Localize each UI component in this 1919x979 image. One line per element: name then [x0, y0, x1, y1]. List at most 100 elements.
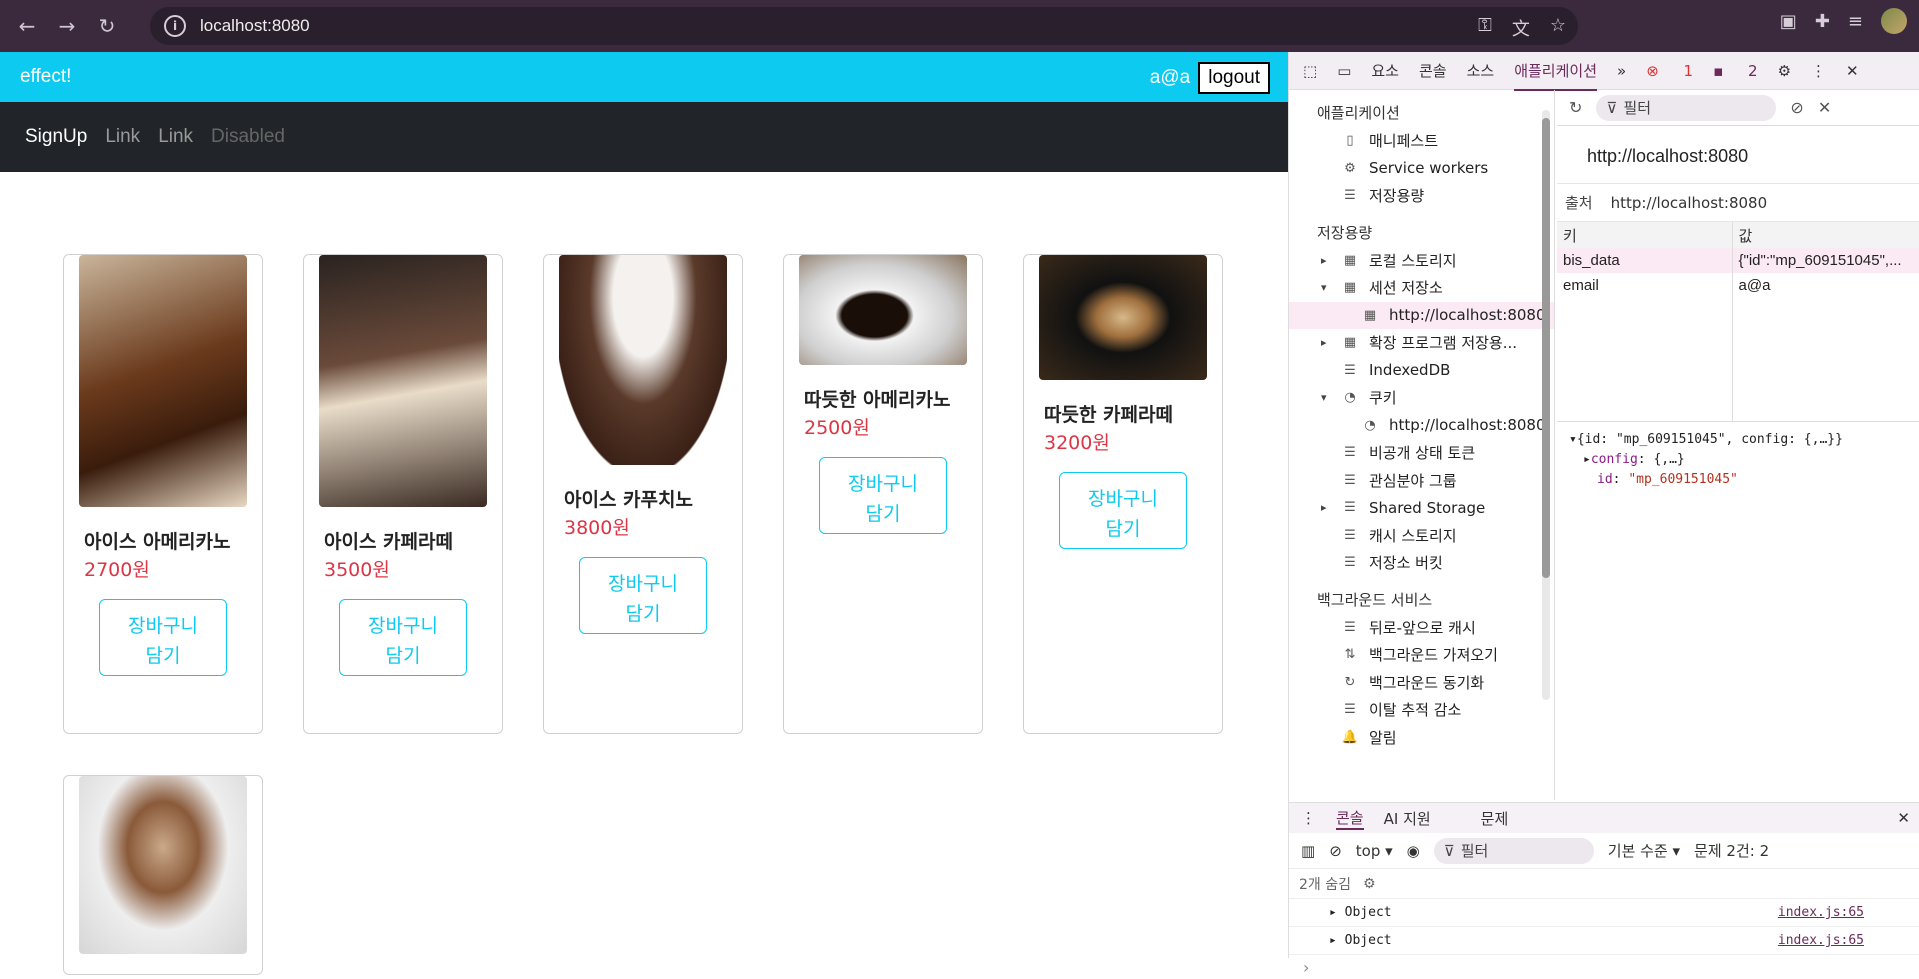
clear-icon[interactable]: ⊘: [1790, 98, 1803, 117]
nav-link[interactable]: Link: [105, 126, 140, 148]
tab-console[interactable]: 콘솔: [1419, 60, 1447, 81]
sidebar-item[interactable]: ▾ ◔ 쿠키: [1289, 384, 1554, 412]
eye-icon[interactable]: ◉: [1407, 842, 1420, 860]
nav-signup[interactable]: SignUp: [25, 126, 87, 148]
drawer-tab-ai[interactable]: AI 지원: [1384, 808, 1431, 829]
clear-console-icon[interactable]: ⊘: [1329, 842, 1342, 860]
message-badge[interactable]: ▪ 2: [1713, 62, 1757, 80]
error-badge[interactable]: ⊗ 1: [1646, 62, 1693, 80]
tab-sources[interactable]: 소스: [1467, 60, 1495, 81]
row-key[interactable]: email: [1557, 273, 1733, 298]
tab-application[interactable]: 애플리케이션: [1514, 60, 1598, 91]
expand-icon[interactable]: ▸: [1583, 452, 1591, 467]
sidebar-item[interactable]: ▸ ▦ 확장 프로그램 저장용...: [1289, 329, 1554, 357]
sidebar-item[interactable]: ▦ http://localhost:8080: [1289, 301, 1554, 329]
close-icon[interactable]: ✕: [1846, 62, 1859, 80]
settings-icon[interactable]: ⚙: [1778, 62, 1791, 80]
context-select[interactable]: top ▾: [1356, 842, 1393, 860]
log-source-link[interactable]: index.js:65: [1778, 905, 1864, 920]
sidebar-item[interactable]: ▸ ▦ 로컬 스토리지: [1289, 247, 1554, 275]
sidebar-item[interactable]: ☰ 캐시 스토리지: [1289, 522, 1554, 550]
sidebar-item[interactable]: ☰ 저장소 버킷: [1289, 549, 1554, 577]
expand-icon[interactable]: ▸: [1321, 501, 1327, 514]
table-row[interactable]: email a@a: [1557, 273, 1919, 298]
star-icon[interactable]: ☆: [1550, 15, 1566, 41]
sidebar-scrollbar[interactable]: [1542, 110, 1550, 700]
sidebar-item[interactable]: ↻ 백그라운드 동기화: [1289, 669, 1554, 697]
collapse-icon[interactable]: ▾: [1321, 391, 1327, 404]
log-row[interactable]: ▸ Object index.js:65: [1289, 927, 1919, 955]
puzzle-icon[interactable]: ✚: [1815, 11, 1830, 32]
sidebar-item[interactable]: ☰ 비공개 상태 토큰: [1289, 439, 1554, 467]
sidebar-item[interactable]: ⇅ 백그라운드 가져오기: [1289, 641, 1554, 669]
expand-icon[interactable]: ▸: [1321, 336, 1327, 349]
sidebar-item[interactable]: ☰ 관심분야 그룹: [1289, 467, 1554, 495]
issues-count[interactable]: 문제 2건: 2: [1694, 840, 1769, 861]
media-icon[interactable]: ≡: [1848, 11, 1863, 32]
key-icon[interactable]: ⚿: [1478, 15, 1492, 41]
add-to-cart-button[interactable]: 장바구니 담기: [99, 599, 227, 676]
reload-icon[interactable]: ↻: [94, 13, 120, 39]
row-value[interactable]: {"id":"mp_609151045",...: [1732, 248, 1919, 273]
row-key[interactable]: bis_data: [1557, 248, 1733, 273]
add-to-cart-button[interactable]: 장바구니 담기: [819, 457, 947, 534]
more-tabs-icon[interactable]: »: [1617, 62, 1626, 80]
sidebar-item[interactable]: ▯ 매니페스트: [1289, 127, 1554, 155]
sidebar-item[interactable]: ▸ ☰ Shared Storage: [1289, 494, 1554, 522]
refresh-icon[interactable]: ↻: [1569, 98, 1582, 117]
sidebar-item[interactable]: ☰ 이탈 추적 감소: [1289, 696, 1554, 724]
add-to-cart-button[interactable]: 장바구니 담기: [579, 557, 707, 634]
log-row[interactable]: ▸ Object index.js:65: [1289, 899, 1919, 927]
drawer-tab-console[interactable]: 콘솔: [1336, 807, 1364, 830]
add-to-cart-button[interactable]: 장바구니 담기: [1059, 472, 1187, 549]
log-source-link[interactable]: index.js:65: [1778, 933, 1864, 948]
logout-button[interactable]: logout: [1198, 62, 1270, 94]
drawer-close-icon[interactable]: ✕: [1897, 809, 1910, 827]
expand-icon[interactable]: ▸: [1329, 905, 1345, 920]
sidebar-item-icon: ☰: [1344, 188, 1356, 204]
avatar[interactable]: [1881, 8, 1907, 34]
expand-icon[interactable]: ▸: [1329, 933, 1345, 948]
sidebar-item[interactable]: ☰ 뒤로-앞으로 캐시: [1289, 614, 1554, 642]
address-bar[interactable]: i localhost:8080 ⚿ 文 ☆: [150, 7, 1578, 45]
brand[interactable]: effect!: [20, 66, 71, 88]
console-settings-icon[interactable]: ⚙: [1363, 876, 1376, 892]
expand-icon[interactable]: ▾: [1569, 432, 1577, 447]
nav-link[interactable]: Link: [158, 126, 193, 148]
inspect-icon[interactable]: ⬚: [1303, 62, 1317, 80]
sidebar-item[interactable]: ☰ IndexedDB: [1289, 357, 1554, 385]
extension-icon[interactable]: ▣: [1780, 11, 1797, 32]
url-text[interactable]: localhost:8080: [200, 16, 310, 36]
add-to-cart-button[interactable]: 장바구니 담기: [339, 599, 467, 676]
row-value[interactable]: a@a: [1732, 273, 1919, 298]
col-value[interactable]: 값: [1732, 222, 1919, 248]
console-prompt[interactable]: ›: [1289, 955, 1919, 979]
product-price: 3500원: [324, 559, 390, 581]
drawer-menu-icon[interactable]: ⋮: [1301, 809, 1316, 827]
sidebar-item[interactable]: ☰ 저장용량: [1289, 182, 1554, 210]
add-to-cart-label: 장바구니: [128, 615, 198, 637]
forward-icon[interactable]: →: [54, 13, 80, 39]
delete-icon[interactable]: ✕: [1818, 98, 1831, 117]
sidebar-toggle-icon[interactable]: ▥: [1301, 842, 1315, 860]
back-icon[interactable]: ←: [14, 13, 40, 39]
translate-icon[interactable]: 文: [1512, 15, 1530, 41]
drawer-tab-issues[interactable]: 문제: [1481, 808, 1509, 829]
site-info-icon[interactable]: i: [164, 15, 186, 37]
sidebar-item[interactable]: 🔔 알림: [1289, 724, 1554, 752]
sidebar-item[interactable]: ◔ http://localhost:8080: [1289, 412, 1554, 440]
menu-icon[interactable]: ⋮: [1811, 62, 1826, 80]
sidebar-item[interactable]: ⚙ Service workers: [1289, 155, 1554, 183]
col-key[interactable]: 키: [1557, 222, 1733, 248]
hot-americano-image: [799, 255, 967, 365]
expand-icon[interactable]: ▸: [1321, 254, 1327, 267]
table-row[interactable]: bis_data {"id":"mp_609151045",...: [1557, 248, 1919, 273]
filter-input[interactable]: ⊽ 필터: [1596, 94, 1777, 121]
device-icon[interactable]: ▭: [1337, 62, 1351, 80]
sidebar-item-icon: ▯: [1346, 133, 1354, 149]
tab-elements[interactable]: 요소: [1371, 60, 1399, 81]
sidebar-item[interactable]: ▾ ▦ 세션 저장소: [1289, 274, 1554, 302]
level-select[interactable]: 기본 수준 ▾: [1608, 840, 1680, 861]
console-filter-input[interactable]: ⊽ 필터: [1433, 837, 1594, 864]
collapse-icon[interactable]: ▾: [1321, 281, 1327, 294]
